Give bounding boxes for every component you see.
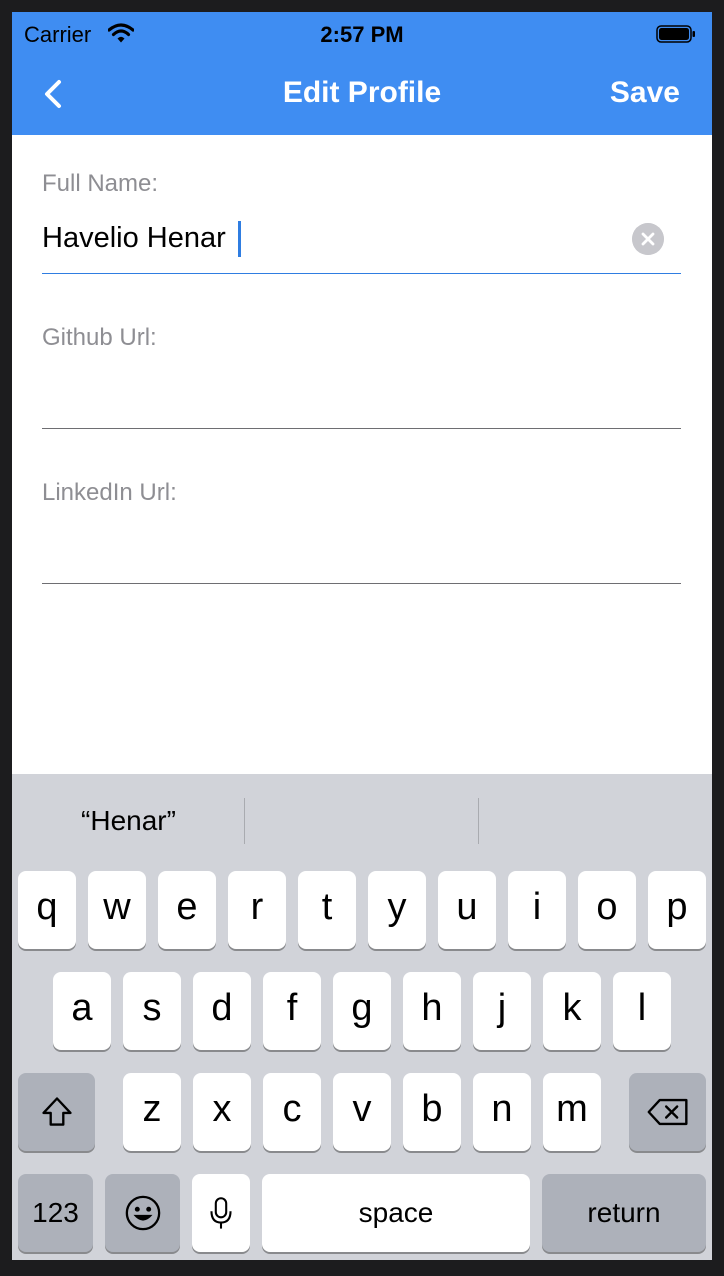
numbers-key[interactable]: 123 <box>18 1174 93 1252</box>
key-z[interactable]: z <box>123 1073 181 1151</box>
text-cursor <box>238 221 241 257</box>
linkedin-url-input[interactable] <box>42 522 682 574</box>
clear-icon[interactable] <box>632 223 664 255</box>
suggestion-2[interactable] <box>245 774 478 868</box>
return-key[interactable]: return <box>542 1174 706 1252</box>
key-e[interactable]: e <box>158 871 216 949</box>
key-g[interactable]: g <box>333 972 391 1050</box>
key-s[interactable]: s <box>123 972 181 1050</box>
key-f[interactable]: f <box>263 972 321 1050</box>
key-w[interactable]: w <box>88 871 146 949</box>
key-u[interactable]: u <box>438 871 496 949</box>
key-i[interactable]: i <box>508 871 566 949</box>
github-url-label: Github Url: <box>42 324 157 351</box>
emoji-icon <box>125 1195 160 1231</box>
microphone-icon <box>210 1197 232 1229</box>
key-t[interactable]: t <box>298 871 356 949</box>
full-name-label: Full Name: <box>42 170 159 197</box>
key-a[interactable]: a <box>53 972 111 1050</box>
key-j[interactable]: j <box>473 972 531 1050</box>
key-o[interactable]: o <box>578 871 636 949</box>
delete-icon <box>647 1098 688 1126</box>
key-x[interactable]: x <box>193 1073 251 1151</box>
key-d[interactable]: d <box>193 972 251 1050</box>
suggestion-3[interactable] <box>479 774 712 868</box>
emoji-key[interactable] <box>105 1174 180 1252</box>
page-title: Edit Profile <box>282 76 442 109</box>
key-r[interactable]: r <box>228 871 286 949</box>
linkedin-url-underline <box>42 583 681 584</box>
key-h[interactable]: h <box>403 972 461 1050</box>
key-n[interactable]: n <box>473 1073 531 1151</box>
navigation-bar: Carrier 2:57 PM Edit Profile Save <box>12 12 712 135</box>
linkedin-url-label: LinkedIn Url: <box>42 479 177 506</box>
full-name-input[interactable] <box>42 212 682 264</box>
battery-icon <box>656 25 695 43</box>
key-m[interactable]: m <box>543 1073 601 1151</box>
phone-screen: Carrier 2:57 PM Edit Profile Save Full N… <box>12 12 712 1260</box>
github-url-input[interactable] <box>42 368 682 420</box>
full-name-underline <box>42 273 681 274</box>
shift-icon <box>41 1097 72 1126</box>
github-url-underline <box>42 428 681 429</box>
shift-key[interactable] <box>18 1073 95 1151</box>
keyboard: “Henar” q w e r t y u i o p a s d f g h … <box>12 774 712 1260</box>
key-v[interactable]: v <box>333 1073 391 1151</box>
key-c[interactable]: c <box>263 1073 321 1151</box>
key-k[interactable]: k <box>543 972 601 1050</box>
space-key[interactable]: space <box>262 1174 530 1252</box>
key-q[interactable]: q <box>18 871 76 949</box>
key-y[interactable]: y <box>368 871 426 949</box>
microphone-key[interactable] <box>192 1174 250 1252</box>
key-l[interactable]: l <box>613 972 671 1050</box>
key-b[interactable]: b <box>403 1073 461 1151</box>
key-p[interactable]: p <box>648 871 706 949</box>
save-button[interactable]: Save <box>610 76 680 110</box>
status-time: 2:57 PM <box>320 22 404 47</box>
delete-key[interactable] <box>629 1073 706 1151</box>
suggestion-1[interactable]: “Henar” <box>12 774 245 868</box>
